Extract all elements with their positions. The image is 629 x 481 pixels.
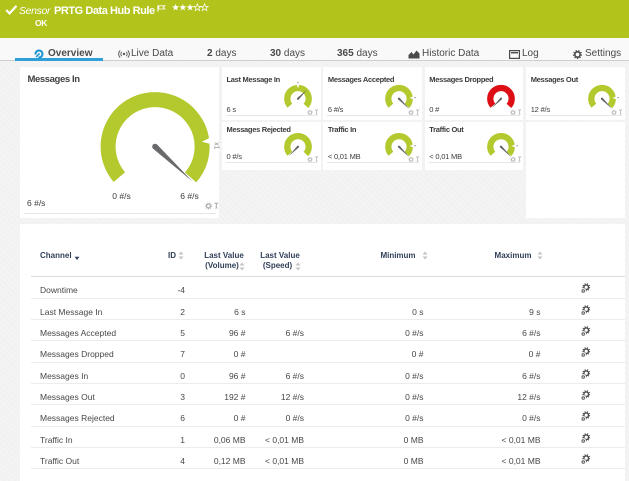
svg-text:x1: x1 — [212, 142, 219, 150]
